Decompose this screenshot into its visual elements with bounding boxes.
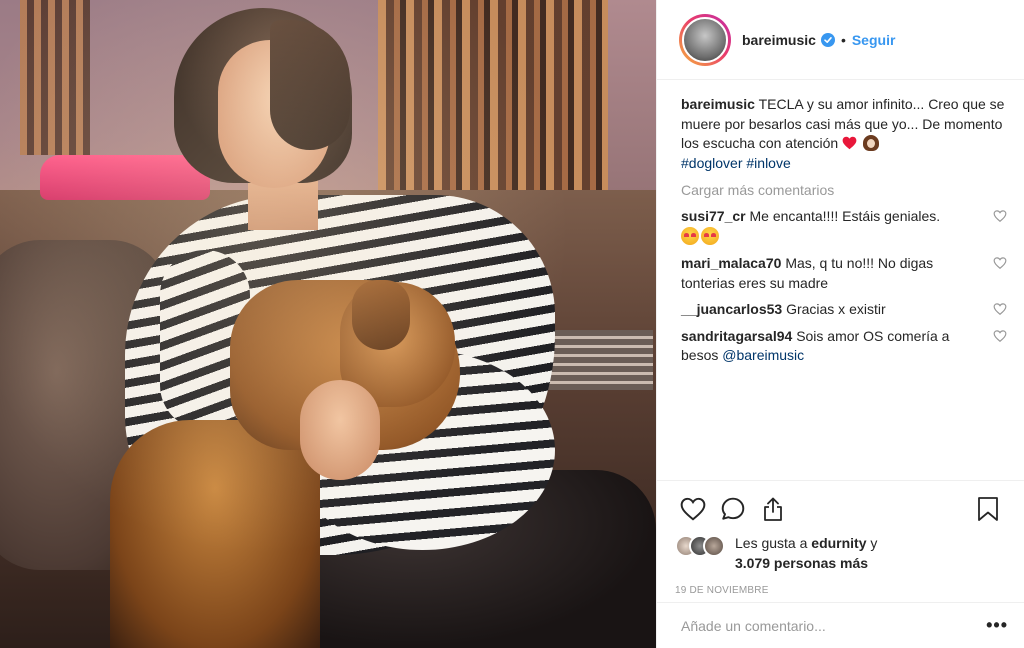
caption-username[interactable]: bareimusic <box>681 96 755 112</box>
follow-button[interactable]: Seguir <box>852 32 896 48</box>
comment-username[interactable]: mari_malaca70 <box>681 255 781 271</box>
likes-others[interactable]: 3.079 personas más <box>735 555 868 571</box>
post-actions: Les gusta a edurnity y 3.079 personas má… <box>657 480 1024 596</box>
likes-connector: y <box>870 535 878 551</box>
comment-username[interactable]: sandritagarsal94 <box>681 328 792 344</box>
hashtag-inlove[interactable]: #inlove <box>746 155 790 171</box>
post-photo[interactable] <box>0 0 656 648</box>
header-username[interactable]: bareimusic <box>742 32 816 48</box>
heart-eyes-emoji-icon <box>701 226 719 245</box>
likes-summary: Les gusta a edurnity y 3.079 personas má… <box>673 533 1008 573</box>
photo-sunlight <box>0 0 656 648</box>
comment-like-heart-icon[interactable] <box>993 209 1007 223</box>
comment-like-heart-icon[interactable] <box>993 329 1007 343</box>
post-header: bareimusic • Seguir <box>657 0 1024 80</box>
more-options-icon[interactable]: ••• <box>986 615 1008 636</box>
load-more-comments-button[interactable]: Cargar más comentarios <box>681 181 1007 200</box>
verified-badge-icon <box>820 32 835 47</box>
liker-avatars[interactable] <box>675 535 731 559</box>
comment-button[interactable] <box>713 489 753 529</box>
post-caption: bareimusic TECLA y su amor infinito... C… <box>681 95 1007 173</box>
story-ring[interactable] <box>679 13 731 66</box>
save-button[interactable] <box>968 489 1008 529</box>
likes-user[interactable]: edurnity <box>811 535 866 551</box>
add-comment-bar: ••• <box>657 602 1024 648</box>
share-button[interactable] <box>753 489 793 529</box>
comment-bubble-icon <box>721 497 745 520</box>
comment-mention[interactable]: @bareimusic <box>722 347 804 363</box>
post-date[interactable]: 19 DE NOVIEMBRE <box>673 585 1008 596</box>
dog-face-emoji-icon <box>863 135 879 151</box>
likes-text: Les gusta a edurnity y 3.079 personas má… <box>735 533 877 573</box>
comment-like-heart-icon[interactable] <box>993 302 1007 316</box>
comments-section: bareimusic TECLA y su amor infinito... C… <box>681 95 1007 366</box>
action-icons <box>673 489 1008 529</box>
avatar <box>703 535 725 557</box>
comment-input[interactable] <box>681 617 987 634</box>
header-separator: • <box>840 31 846 48</box>
comment-item: __juancarlos53 Gracias x existir <box>681 300 1007 320</box>
likes-prefix: Les gusta a <box>735 535 808 551</box>
comment-item: sandritagarsal94 Sois amor OS comería a … <box>681 327 1007 366</box>
like-button[interactable] <box>673 489 713 529</box>
comment-username[interactable]: __juancarlos53 <box>681 301 782 317</box>
post-sidebar: bareimusic • Seguir bareimusic TECLA y s… <box>656 0 1024 648</box>
comment-item: mari_malaca70 Mas, q tu no!!! No digas t… <box>681 254 1007 293</box>
comment-like-heart-icon[interactable] <box>993 256 1007 270</box>
red-heart-emoji-icon <box>842 136 857 150</box>
comment-item: susi77_cr Me encanta!!!! Estáis geniales… <box>681 207 1007 247</box>
comment-text: Gracias x existir <box>786 301 886 317</box>
comment-text: Me encanta!!!! Estáis geniales. <box>749 208 941 224</box>
instagram-post: bareimusic • Seguir bareimusic TECLA y s… <box>0 0 1024 648</box>
share-icon <box>764 497 782 521</box>
comment-username[interactable]: susi77_cr <box>681 208 746 224</box>
heart-eyes-emoji-icon <box>681 226 699 245</box>
heart-icon <box>680 497 706 521</box>
avatar[interactable] <box>682 16 728 63</box>
hashtag-doglover[interactable]: #doglover <box>681 155 743 171</box>
bookmark-icon <box>978 497 998 521</box>
